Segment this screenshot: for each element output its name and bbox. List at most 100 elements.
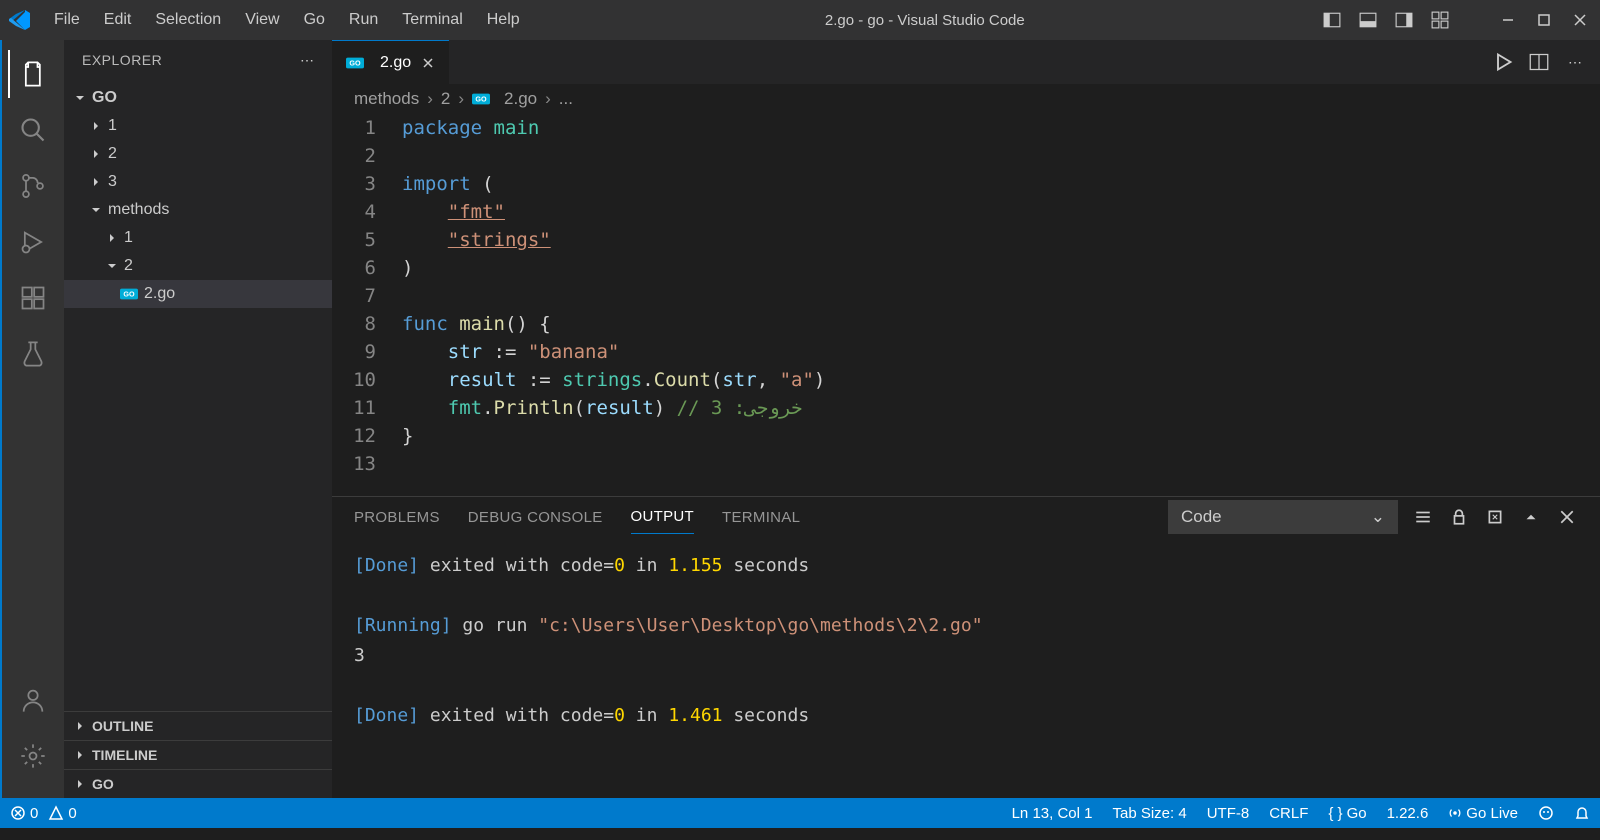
tree-folder-3[interactable]: 3: [64, 168, 332, 196]
code-token: (: [711, 369, 722, 391]
menu-go[interactable]: Go: [294, 7, 335, 33]
chevron-right-icon: [72, 776, 88, 792]
menu-run[interactable]: Run: [339, 7, 388, 33]
menu-help[interactable]: Help: [477, 7, 530, 33]
file-tree: GO 1 2 3 methods 1: [64, 80, 332, 711]
code-token: :=: [516, 369, 562, 391]
status-go-live[interactable]: Go Live: [1448, 805, 1518, 822]
sidebar-more-icon[interactable]: ⋯: [300, 52, 314, 69]
code-token: :=: [482, 341, 528, 363]
filter-icon[interactable]: [1412, 506, 1434, 528]
panel-tabs: PROBLEMS DEBUG CONSOLE OUTPUT TERMINAL C…: [332, 497, 1600, 537]
status-warnings[interactable]: 0: [48, 805, 76, 822]
breadcrumb-item[interactable]: 2.go: [504, 89, 537, 109]
tree-folder-2[interactable]: 2: [64, 140, 332, 168]
run-debug-icon[interactable]: [9, 218, 57, 266]
panel-tab-problems[interactable]: PROBLEMS: [354, 501, 440, 534]
close-icon[interactable]: [1568, 8, 1592, 32]
code-token: result: [448, 369, 517, 391]
testing-icon[interactable]: [9, 330, 57, 378]
timeline-section[interactable]: TIMELINE: [64, 740, 332, 769]
go-section[interactable]: GO: [64, 769, 332, 798]
menu-selection[interactable]: Selection: [145, 7, 231, 33]
extensions-icon[interactable]: [9, 274, 57, 322]
code-editor[interactable]: 1 2 3 4 5 6 7 8 9 10 11 12 13 package ma…: [332, 114, 1600, 496]
output-text: 0: [614, 705, 625, 726]
line-number: 11: [332, 394, 376, 422]
more-actions-icon[interactable]: ⋯: [1564, 51, 1586, 73]
code-token: }: [402, 425, 413, 447]
output-channel-select[interactable]: Code ⌄: [1168, 500, 1398, 534]
status-tab-size[interactable]: Tab Size: 4: [1112, 805, 1186, 822]
breadcrumb-item[interactable]: ...: [559, 89, 573, 109]
run-icon[interactable]: [1492, 51, 1514, 73]
panel-tab-output[interactable]: OUTPUT: [631, 500, 694, 534]
split-editor-icon[interactable]: [1528, 51, 1550, 73]
code-content[interactable]: package main import ( "fmt" "strings" ) …: [402, 114, 1600, 496]
output-text: 1.155: [668, 555, 722, 576]
tree-folder-m2[interactable]: 2: [64, 252, 332, 280]
panel-tab-terminal[interactable]: TERMINAL: [722, 501, 800, 534]
explorer-icon[interactable]: [8, 50, 56, 98]
settings-gear-icon[interactable]: [9, 732, 57, 780]
breadcrumb-item[interactable]: methods: [354, 89, 419, 109]
breadcrumb[interactable]: methods › 2 › GO 2.go › ...: [332, 84, 1600, 114]
maximize-panel-icon[interactable]: [1520, 506, 1542, 528]
status-eol[interactable]: CRLF: [1269, 805, 1308, 822]
layout-toggle-primary-icon[interactable]: [1320, 8, 1344, 32]
tree-folder-methods[interactable]: methods: [64, 196, 332, 224]
vscode-icon: [8, 8, 32, 32]
go-file-icon: GO: [120, 288, 138, 300]
code-token: package: [402, 117, 482, 139]
chevron-down-icon: [104, 258, 120, 274]
status-label: Go Live: [1466, 805, 1518, 822]
code-token: ): [402, 257, 413, 279]
code-token: str: [722, 369, 756, 391]
tree-file-2go[interactable]: GO 2.go: [64, 280, 332, 308]
accounts-icon[interactable]: [9, 676, 57, 724]
customize-layout-icon[interactable]: [1428, 8, 1452, 32]
tab-2go[interactable]: GO 2.go: [332, 40, 449, 84]
code-token: (: [471, 173, 494, 195]
line-number: 1: [332, 114, 376, 142]
menu-terminal[interactable]: Terminal: [392, 7, 472, 33]
lock-scroll-icon[interactable]: [1448, 506, 1470, 528]
status-cursor-pos[interactable]: Ln 13, Col 1: [1012, 805, 1093, 822]
layout-toggle-panel-icon[interactable]: [1356, 8, 1380, 32]
status-bell-icon[interactable]: [1574, 805, 1590, 821]
tree-label: 2.go: [144, 285, 175, 303]
breadcrumb-item[interactable]: 2: [441, 89, 450, 109]
search-icon[interactable]: [9, 106, 57, 154]
status-language[interactable]: { } Go: [1328, 805, 1366, 822]
menu-view[interactable]: View: [235, 7, 289, 33]
status-go-version[interactable]: 1.22.6: [1387, 805, 1429, 822]
status-label: 0: [68, 805, 76, 822]
tab-close-icon[interactable]: [421, 56, 435, 70]
status-errors[interactable]: 0: [10, 805, 38, 822]
code-token: fmt: [448, 397, 482, 419]
svg-text:GO: GO: [475, 95, 487, 104]
output-text: in: [625, 705, 668, 726]
panel-tab-debug[interactable]: DEBUG CONSOLE: [468, 501, 603, 534]
close-panel-icon[interactable]: [1556, 506, 1578, 528]
maximize-icon[interactable]: [1532, 8, 1556, 32]
status-encoding[interactable]: UTF-8: [1207, 805, 1250, 822]
line-gutter: 1 2 3 4 5 6 7 8 9 10 11 12 13: [332, 114, 402, 496]
title-controls: [1320, 8, 1592, 32]
source-control-icon[interactable]: [9, 162, 57, 210]
svg-text:GO: GO: [123, 290, 135, 299]
outline-section[interactable]: OUTLINE: [64, 711, 332, 740]
tree-folder-1[interactable]: 1: [64, 112, 332, 140]
code-token: main: [448, 313, 505, 335]
output-content[interactable]: [Done] exited with code=0 in 1.155 secon…: [332, 537, 1600, 798]
clear-output-icon[interactable]: [1484, 506, 1506, 528]
tree-root[interactable]: GO: [64, 84, 332, 112]
status-feedback-icon[interactable]: [1538, 805, 1554, 821]
menu-edit[interactable]: Edit: [94, 7, 142, 33]
layout-toggle-secondary-icon[interactable]: [1392, 8, 1416, 32]
code-token: "banana": [528, 341, 620, 363]
tree-root-label: GO: [92, 89, 117, 107]
tree-folder-m1[interactable]: 1: [64, 224, 332, 252]
minimize-icon[interactable]: [1496, 8, 1520, 32]
menu-file[interactable]: File: [44, 7, 90, 33]
